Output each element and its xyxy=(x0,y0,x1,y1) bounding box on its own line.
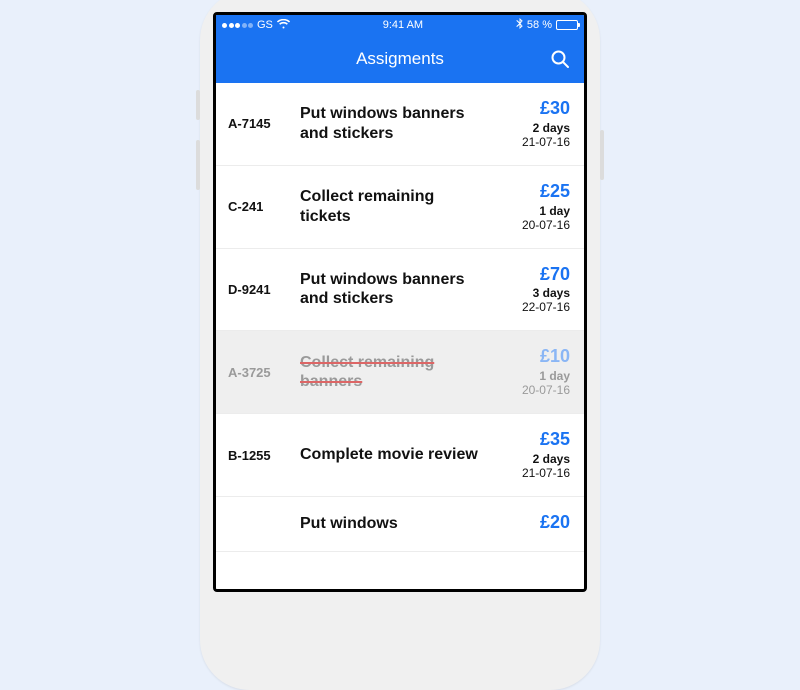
bluetooth-icon xyxy=(516,18,523,32)
assignment-price: £25 xyxy=(496,182,570,202)
assignment-code: D-9241 xyxy=(228,282,290,297)
search-icon xyxy=(550,49,570,69)
assignment-price: £35 xyxy=(496,430,570,450)
assignment-meta: £20 xyxy=(496,513,570,535)
assignment-code: A-3725 xyxy=(228,365,290,380)
status-time: 9:41 AM xyxy=(383,19,423,31)
assignment-meta: £10 1 day20-07-16 xyxy=(496,347,570,397)
assignment-meta: £25 1 day20-07-16 xyxy=(496,182,570,232)
assignment-row[interactable]: C-241 Collect remaining tickets £25 1 day20… xyxy=(216,166,584,249)
assignment-title: Collect remaining tickets xyxy=(300,187,486,226)
assignment-duration: 1 day xyxy=(496,204,570,218)
assignment-duration: 2 days xyxy=(496,452,570,466)
assignment-meta: £35 2 days21-07-16 xyxy=(496,430,570,480)
nav-bar: Assigments xyxy=(216,35,584,83)
search-button[interactable] xyxy=(548,47,572,71)
assignment-title: Put windows banners and stickers xyxy=(300,270,486,309)
assignment-title: Collect remaining banners xyxy=(300,353,486,392)
assignment-title: Put windows xyxy=(300,514,486,534)
assignment-price: £20 xyxy=(496,513,570,533)
assignment-code: B-1255 xyxy=(228,448,290,463)
assignment-duration: 2 days xyxy=(496,121,570,135)
assignment-title: Complete movie review xyxy=(300,445,486,465)
assignment-date: 21-07-16 xyxy=(496,135,570,149)
assignment-row[interactable]: Put windows £20 xyxy=(216,497,584,552)
assignment-code: C-241 xyxy=(228,199,290,214)
assignment-row[interactable]: A-3725 Collect remaining banners £10 1 day2… xyxy=(216,331,584,414)
status-right: 58 % xyxy=(516,18,578,32)
battery-icon xyxy=(556,20,578,30)
assignment-row[interactable]: B-1255 Complete movie review £35 2 days21-0… xyxy=(216,414,584,497)
assignment-row[interactable]: A-7145 Put windows banners and stickers £3… xyxy=(216,83,584,166)
carrier-label: GS xyxy=(257,19,273,31)
assignment-date: 21-07-16 xyxy=(496,466,570,480)
phone-side-button xyxy=(196,140,200,190)
wifi-icon xyxy=(277,19,290,32)
phone-side-button xyxy=(600,130,604,180)
assignment-title: Put windows banners and stickers xyxy=(300,104,486,143)
assignment-meta: £30 2 days21-07-16 xyxy=(496,99,570,149)
signal-dots-icon xyxy=(222,23,253,28)
assignment-date: 22-07-16 xyxy=(496,300,570,314)
assignment-duration: 1 day xyxy=(496,369,570,383)
page-title: Assigments xyxy=(356,49,444,69)
screen: GS 9:41 AM 58 % Assigments A-7145 Put win… xyxy=(213,12,587,592)
status-left: GS xyxy=(222,19,290,32)
assignment-price: £30 xyxy=(496,99,570,119)
assignment-duration: 3 days xyxy=(496,286,570,300)
assignment-row[interactable]: D-9241 Put windows banners and stickers £7… xyxy=(216,249,584,332)
battery-label: 58 % xyxy=(527,19,552,31)
assignment-meta: £703 days22-07-16 xyxy=(496,265,570,315)
assignment-date: 20-07-16 xyxy=(496,383,570,397)
assignments-list[interactable]: A-7145 Put windows banners and stickers £3… xyxy=(216,83,584,589)
assignment-price: £70 xyxy=(496,265,570,285)
assignment-date: 20-07-16 xyxy=(496,218,570,232)
assignment-price: £10 xyxy=(496,347,570,367)
assignment-code: A-7145 xyxy=(228,116,290,131)
phone-side-button xyxy=(196,90,200,120)
status-bar: GS 9:41 AM 58 % xyxy=(216,15,584,35)
